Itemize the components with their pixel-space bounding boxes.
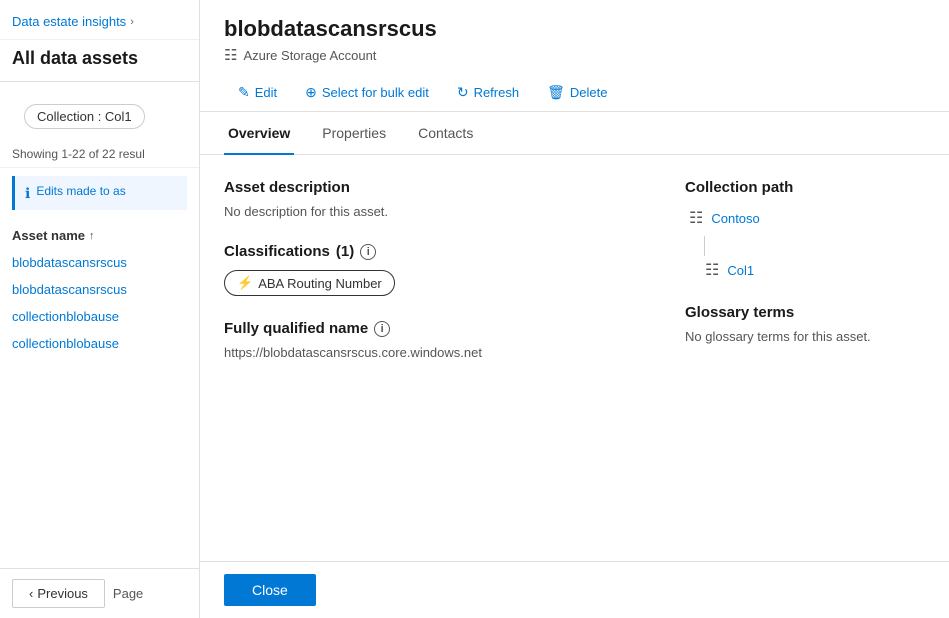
list-item[interactable]: blobdatascansrscus <box>12 249 187 276</box>
asset-subtitle: ☷ Azure Storage Account <box>224 46 925 64</box>
close-button[interactable]: Close <box>224 574 316 606</box>
edit-button[interactable]: ✎ Edit <box>224 76 291 111</box>
content-left: Asset description No description for thi… <box>224 179 645 537</box>
lightning-icon: ⚡ <box>237 275 253 291</box>
left-footer: ‹ Previous Page <box>0 568 199 618</box>
list-item[interactable]: blobdatascansrscus <box>12 276 187 303</box>
refresh-label: Refresh <box>474 85 520 100</box>
plus-circle-icon: ⊕ <box>305 84 317 101</box>
info-icon: ℹ <box>25 185 30 202</box>
collection-tree: ☷ Contoso ☷ Col1 <box>689 208 925 280</box>
asset-name-label: Asset name <box>12 228 85 243</box>
asset-header: blobdatascansrscus ☷ Azure Storage Accou… <box>200 0 949 112</box>
refresh-button[interactable]: ↻ Refresh <box>443 76 533 111</box>
refresh-icon: ↻ <box>457 84 469 101</box>
collection-link-col1[interactable]: Col1 <box>727 263 754 278</box>
asset-subtitle-text: Azure Storage Account <box>243 48 376 63</box>
collection-path-section: Collection path ☷ Contoso ☷ Col1 <box>685 179 925 280</box>
list-item[interactable]: collectionblobause <box>12 303 187 330</box>
bulk-edit-label: Select for bulk edit <box>322 85 429 100</box>
info-banner: ℹ Edits made to as <box>12 176 187 210</box>
tab-contacts[interactable]: Contacts <box>414 113 477 155</box>
tab-properties[interactable]: Properties <box>318 113 390 155</box>
asset-description-title: Asset description <box>224 179 645 196</box>
showing-text: Showing 1-22 of 22 resul <box>0 141 199 168</box>
edit-icon: ✎ <box>238 84 250 101</box>
delete-icon: 🗑 <box>547 84 565 101</box>
classifications-label: Classifications <box>224 243 330 260</box>
list-item[interactable]: collectionblobause <box>12 330 187 357</box>
storage-account-icon: ☷ <box>224 46 237 64</box>
content-right: Collection path ☷ Contoso ☷ Col1 <box>685 179 925 537</box>
delete-button[interactable]: 🗑 Delete <box>533 76 621 111</box>
asset-description-text: No description for this asset. <box>224 204 645 219</box>
asset-list-header: Asset name ↑ <box>0 218 199 249</box>
bulk-edit-button[interactable]: ⊕ Select for bulk edit <box>291 76 443 111</box>
info-banner-text: Edits made to as <box>36 184 125 198</box>
tab-bar: Overview Properties Contacts <box>200 112 949 155</box>
classifications-info-icon[interactable]: i <box>360 244 376 260</box>
asset-title: blobdatascansrscus <box>224 16 925 42</box>
page-text: Page <box>113 586 143 601</box>
fqn-title: Fully qualified name i <box>224 320 645 337</box>
fqn-section: Fully qualified name i https://blobdatas… <box>224 320 645 360</box>
fqn-url: https://blobdatascansrscus.core.windows.… <box>224 345 645 360</box>
fqn-info-icon[interactable]: i <box>374 321 390 337</box>
breadcrumb-link[interactable]: Data estate insights <box>12 14 126 29</box>
edit-label: Edit <box>255 85 277 100</box>
collection-node-contoso: ☷ Contoso <box>689 208 925 228</box>
left-panel: Data estate insights › All data assets C… <box>0 0 200 618</box>
classifications-title: Classifications (1) i <box>224 243 645 260</box>
previous-button[interactable]: ‹ Previous <box>12 579 105 608</box>
collection-link-contoso[interactable]: Contoso <box>711 211 759 226</box>
delete-label: Delete <box>570 85 608 100</box>
sort-arrow-icon[interactable]: ↑ <box>89 230 95 242</box>
glossary-section: Glossary terms No glossary terms for thi… <box>685 304 925 344</box>
toolbar: ✎ Edit ⊕ Select for bulk edit ↻ Refresh … <box>224 76 925 111</box>
previous-label: Previous <box>37 586 88 601</box>
right-panel: blobdatascansrscus ☷ Azure Storage Accou… <box>200 0 949 618</box>
collection-icon-contoso: ☷ <box>689 208 703 228</box>
right-footer: Close <box>200 561 949 618</box>
classification-tag-label: ABA Routing Number <box>258 276 382 291</box>
collection-node-col1: ☷ Col1 <box>705 260 925 280</box>
fqn-title-label: Fully qualified name <box>224 320 368 337</box>
all-data-assets-title: All data assets <box>0 40 199 82</box>
content-area: Asset description No description for thi… <box>200 155 949 561</box>
glossary-terms-text: No glossary terms for this asset. <box>685 329 925 344</box>
collection-icon-col1: ☷ <box>705 260 719 280</box>
classifications-count: (1) <box>336 243 354 260</box>
breadcrumb-chevron: › <box>130 16 134 28</box>
asset-list: blobdatascansrscus blobdatascansrscus co… <box>0 249 199 568</box>
collection-path-title: Collection path <box>685 179 925 196</box>
chevron-left-icon: ‹ <box>29 586 33 601</box>
glossary-terms-title: Glossary terms <box>685 304 925 321</box>
classification-tag: ⚡ ABA Routing Number <box>224 270 395 296</box>
breadcrumb[interactable]: Data estate insights › <box>0 0 199 40</box>
tab-overview[interactable]: Overview <box>224 113 294 155</box>
collection-filter[interactable]: Collection : Col1 <box>24 104 145 129</box>
